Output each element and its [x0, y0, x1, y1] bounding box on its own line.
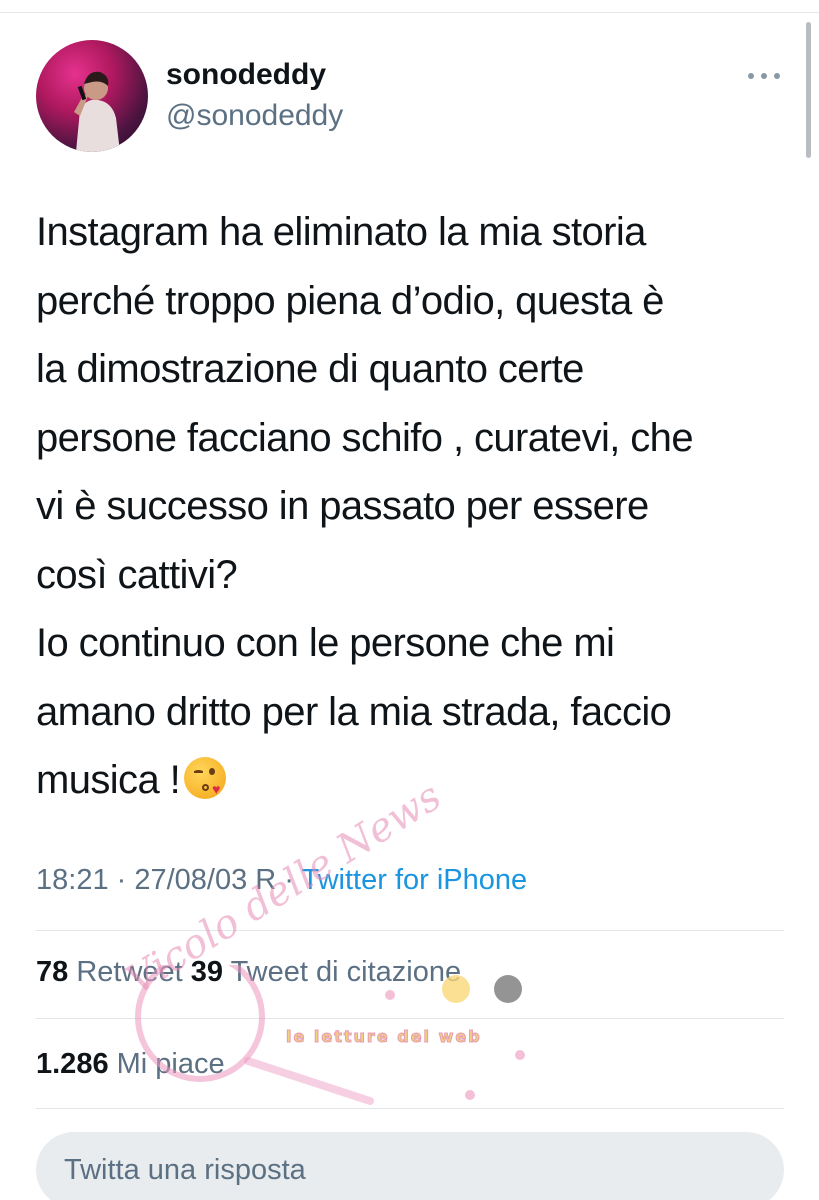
tweet-line: Io continuo con le persone che mi [36, 621, 615, 665]
tweet-line: così cattivi? [36, 552, 238, 597]
retweets-label: Retweet [68, 956, 191, 988]
likes-count: 1.286 [36, 1048, 109, 1080]
likes-label: Mi piace [108, 1048, 225, 1080]
tweet-meta: 18:21 · 27/08/03 R · Twitter for iPhone [36, 864, 527, 897]
divider [36, 1108, 784, 1109]
watermark-badge: le letture del web [286, 1027, 482, 1047]
quotes-count: 39 [190, 956, 224, 988]
tweet-line: perché troppo piena d’odio, questa è [36, 278, 664, 323]
tweet-timestamp[interactable]: 18:21 · 27/08/03 R · [36, 864, 301, 896]
divider [36, 930, 784, 931]
top-divider [0, 12, 819, 13]
retweets-count: 78 [36, 956, 69, 988]
retweet-quote-stats: 78 Retweet 39 Tweet di citazione [36, 956, 461, 989]
likes-stat[interactable]: 1.286 Mi piace [36, 1048, 225, 1081]
dot [748, 73, 754, 79]
tweet-line: persone facciano schifo , curatevi, che [36, 415, 694, 460]
user-handle[interactable]: @sonodeddy [166, 99, 343, 133]
tweet-line-text: musica ! [36, 758, 181, 802]
tweet-detail-screen: sonodeddy @sonodeddy Instagram ha elimin… [0, 0, 819, 1200]
display-name[interactable]: sonodeddy [166, 58, 326, 92]
tweet-line: Instagram ha eliminato la mia storia [36, 210, 646, 254]
tweet-text: Instagram ha eliminato la mia storia per… [36, 198, 796, 815]
retweets-link[interactable]: 78 Retweet [36, 956, 191, 988]
more-options-icon[interactable] [742, 62, 786, 90]
reply-input[interactable]: Twitta una risposta [36, 1132, 784, 1200]
dot [761, 73, 767, 79]
tweet-line: la dimostrazione di quanto certe [36, 347, 584, 391]
tweet-line: vi è successo in passato per essere [36, 484, 649, 528]
avatar[interactable] [36, 40, 148, 152]
divider [36, 1018, 784, 1019]
dot [774, 73, 780, 79]
face-blowing-a-kiss-icon: ♥ [184, 757, 227, 799]
scrollbar[interactable] [806, 22, 811, 158]
quotes-link[interactable]: 39 Tweet di citazione [191, 956, 461, 988]
avatar-photo-icon [74, 71, 120, 152]
tweet-last-line: musica ! ♥ [36, 746, 796, 815]
tweet-source-link[interactable]: Twitter for iPhone [301, 864, 527, 896]
tweet-line: amano dritto per la mia strada, faccio [36, 689, 672, 734]
quotes-label: Tweet di citazione [223, 956, 462, 988]
